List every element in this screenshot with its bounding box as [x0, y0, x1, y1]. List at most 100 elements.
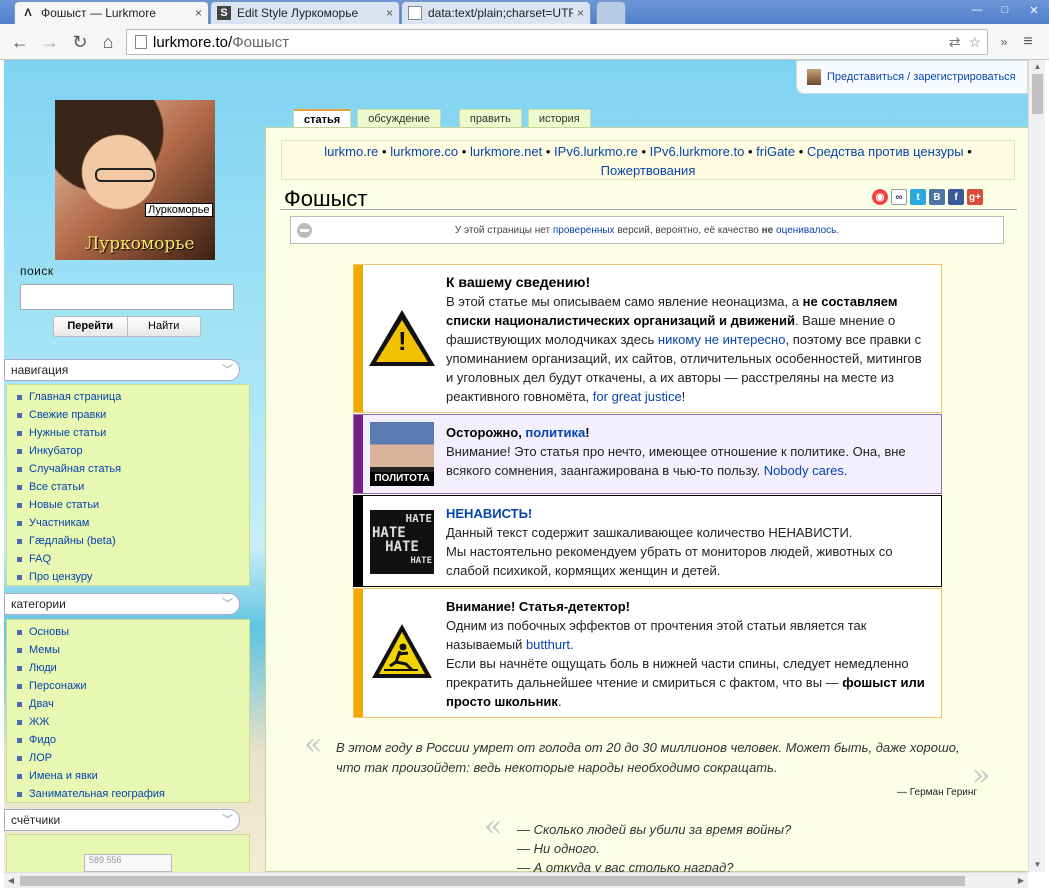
logo-glasses — [95, 168, 155, 182]
nav-item[interactable]: Нужные статьи — [17, 424, 249, 442]
facebook-icon[interactable]: f — [948, 189, 964, 205]
nav-item[interactable]: Случайная статья — [17, 460, 249, 478]
mirror-link[interactable]: lurkmo.re — [324, 144, 378, 159]
nav-item[interactable]: Про цензуру — [17, 568, 249, 586]
category-item[interactable]: Занимательная география — [17, 785, 249, 803]
mirror-link[interactable]: lurkmore.co — [390, 144, 458, 159]
find-button[interactable]: Найти — [128, 317, 201, 336]
bookmark-star-icon[interactable]: ☆ — [968, 34, 981, 51]
politics-link[interactable]: политика — [525, 425, 585, 440]
page-viewport: Представиться / зарегистрироваться Лурко… — [4, 60, 1028, 872]
audio-icon[interactable]: ◉ — [872, 189, 888, 205]
vertical-scrollbar[interactable]: ▲ ▼ — [1028, 60, 1045, 872]
close-icon[interactable]: × — [195, 6, 202, 20]
horizontal-scrollbar[interactable]: ◀ ▶ — [4, 872, 1028, 888]
category-item[interactable]: Двач — [17, 695, 249, 713]
nav-item[interactable]: Все статьи — [17, 478, 249, 496]
tab-title: Edit Style Луркоморье — [237, 6, 359, 20]
counters-portlet-header[interactable]: счётчики ﹀ — [4, 809, 240, 831]
address-bar[interactable]: lurkmore.to/Фошыст ⇄ ☆ — [126, 29, 988, 55]
category-item[interactable]: ЛОР — [17, 749, 249, 767]
collapse-icon[interactable] — [297, 223, 312, 238]
navigation-portlet: Главная страница Свежие правки Нужные ст… — [6, 384, 250, 586]
category-item[interactable]: Люди — [17, 659, 249, 677]
scrollbar-thumb[interactable] — [1032, 74, 1043, 114]
go-button[interactable]: Перейти — [54, 317, 128, 336]
maximize-icon[interactable]: □ — [992, 0, 1018, 20]
mirror-link[interactable]: friGate — [756, 144, 795, 159]
nav-item[interactable]: Гæдлайны (beta) — [17, 532, 249, 550]
category-item[interactable]: Персонажи — [17, 677, 249, 695]
anti-censorship-link[interactable]: Средства против цензуры — [807, 144, 964, 159]
rated-link[interactable]: оценивалось — [776, 225, 836, 236]
browser-tabstrip: Λ Фошыст — Lurkmore × S Edit Style Лурко… — [0, 0, 1049, 24]
extension-overflow-icon[interactable]: » — [992, 30, 1016, 54]
user-icon — [807, 69, 821, 85]
scroll-left-icon[interactable]: ◀ — [4, 873, 18, 889]
scroll-right-icon[interactable]: ▶ — [1014, 873, 1028, 889]
forward-arrow-icon[interactable]: → — [38, 30, 62, 54]
google-plus-icon[interactable]: g+ — [967, 189, 983, 205]
nav-item[interactable]: Новые статьи — [17, 496, 249, 514]
nav-item[interactable]: Инкубатор — [17, 442, 249, 460]
chevron-down-icon: ﹀ — [222, 814, 233, 826]
mirror-link[interactable]: lurkmore.net — [470, 144, 542, 159]
mirror-link[interactable]: IPv6.lurkmo.re — [554, 144, 638, 159]
browser-tab-lurkmore[interactable]: Λ Фошыст — Lurkmore × — [14, 1, 209, 24]
logo-tooltip: Луркоморье — [145, 203, 213, 217]
menu-icon[interactable]: ≡ — [1016, 30, 1040, 54]
tab-edit[interactable]: править — [458, 109, 522, 128]
box-stripe — [354, 589, 363, 717]
nav-item[interactable]: Свежие правки — [17, 406, 249, 424]
login-link[interactable]: Представиться / зарегистрироваться — [827, 71, 1016, 83]
not-interested-link[interactable]: никому не интересно — [658, 332, 786, 347]
tab-history[interactable]: история — [527, 109, 591, 128]
navigation-portlet-header[interactable]: навигация ﹀ — [4, 359, 240, 381]
close-icon[interactable]: × — [386, 6, 393, 20]
box-title: К вашему сведению! — [446, 274, 591, 290]
category-item[interactable]: Фидо — [17, 731, 249, 749]
donations-link[interactable]: Пожертвования — [601, 163, 696, 178]
nav-item[interactable]: Главная страница — [17, 388, 249, 406]
tab-discussion[interactable]: обсуждение — [357, 109, 441, 128]
home-icon[interactable]: ⌂ — [96, 30, 120, 54]
categories-portlet-header[interactable]: категории ﹀ — [4, 593, 240, 615]
checked-link[interactable]: проверенных — [553, 225, 615, 236]
scroll-up-icon[interactable]: ▲ — [1029, 60, 1046, 74]
close-icon[interactable]: × — [577, 6, 584, 20]
scroll-down-icon[interactable]: ▼ — [1029, 858, 1046, 872]
reload-icon[interactable]: ↻ — [68, 30, 92, 54]
vk-icon[interactable]: B — [929, 189, 945, 205]
category-item[interactable]: ЖЖ — [17, 713, 249, 731]
tab-article[interactable]: статья — [293, 109, 352, 128]
box-title[interactable]: НЕНАВИСТЬ! — [446, 506, 532, 521]
category-item[interactable]: Основы — [17, 623, 249, 641]
butthurt-link[interactable]: butthurt — [526, 637, 570, 652]
browser-toolbar: ← → ↻ ⌂ lurkmore.to/Фошыст ⇄ ☆ » ≡ — [0, 24, 1049, 60]
fyi-notice-box: ! К вашему сведению! В этой статье мы оп… — [353, 264, 942, 413]
search-label: поиск — [20, 264, 54, 278]
category-item[interactable]: Имена и явки — [17, 767, 249, 785]
back-arrow-icon[interactable]: ← — [8, 30, 32, 54]
twitter-icon[interactable]: t — [910, 189, 926, 205]
nav-item[interactable]: FAQ — [17, 550, 249, 568]
mirror-link[interactable]: IPv6.lurkmore.to — [650, 144, 745, 159]
search-input[interactable] — [20, 284, 234, 310]
fgj-link[interactable]: for great justice — [593, 389, 682, 404]
site-logo[interactable]: Луркоморье Луркоморье — [55, 100, 215, 260]
minimize-icon[interactable]: — — [964, 0, 990, 20]
slip-hazard-icon — [370, 620, 434, 684]
category-item[interactable]: Мемы — [17, 641, 249, 659]
nobody-cares-link[interactable]: Nobody cares — [764, 463, 844, 478]
link-icon[interactable]: ∞ — [891, 189, 907, 205]
politota-image: ПОЛИТОТА — [370, 422, 434, 486]
tab-title: data:text/plain;charset=UTF — [428, 6, 573, 20]
visitor-counter[interactable]: 589 556 — [84, 854, 172, 872]
window-close-icon[interactable]: ✕ — [1020, 0, 1048, 20]
browser-tab-data[interactable]: data:text/plain;charset=UTF × — [401, 1, 591, 24]
nav-item[interactable]: Участникам — [17, 514, 249, 532]
new-tab-button[interactable] — [596, 1, 626, 24]
browser-tab-edit-style[interactable]: S Edit Style Луркоморье × — [210, 1, 400, 24]
translate-icon[interactable]: ⇄ — [949, 34, 961, 51]
scrollbar-thumb[interactable] — [20, 876, 965, 886]
